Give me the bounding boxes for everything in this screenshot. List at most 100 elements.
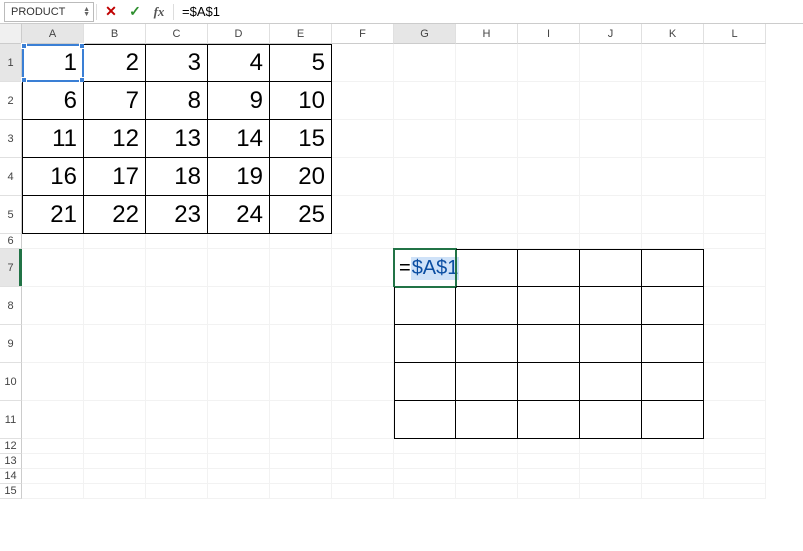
cell-I7[interactable] [518,249,580,287]
cell-B8[interactable] [84,287,146,325]
cell-B5[interactable]: 22 [84,196,146,234]
cell-H4[interactable] [456,158,518,196]
cell-E12[interactable] [270,439,332,454]
cell-F11[interactable] [332,401,394,439]
cell-G14[interactable] [394,469,456,484]
cell-A9[interactable] [22,325,84,363]
cell-D4[interactable]: 19 [208,158,270,196]
column-header-L[interactable]: L [704,24,766,44]
row-header-14[interactable]: 14 [0,469,22,484]
cell-H7[interactable] [456,249,518,287]
cell-C15[interactable] [146,484,208,499]
cell-B1[interactable]: 2 [84,44,146,82]
cell-D14[interactable] [208,469,270,484]
cell-K15[interactable] [642,484,704,499]
cell-E11[interactable] [270,401,332,439]
cell-H9[interactable] [456,325,518,363]
cell-B13[interactable] [84,454,146,469]
cell-J4[interactable] [580,158,642,196]
cell-A13[interactable] [22,454,84,469]
cell-K13[interactable] [642,454,704,469]
cell-J15[interactable] [580,484,642,499]
column-header-H[interactable]: H [456,24,518,44]
cell-D11[interactable] [208,401,270,439]
cell-L7[interactable] [704,249,766,287]
cell-B6[interactable] [84,234,146,249]
cell-B9[interactable] [84,325,146,363]
cell-L9[interactable] [704,325,766,363]
row-header-4[interactable]: 4 [0,158,22,196]
cell-I4[interactable] [518,158,580,196]
cell-F8[interactable] [332,287,394,325]
cell-A12[interactable] [22,439,84,454]
cell-F1[interactable] [332,44,394,82]
cell-C12[interactable] [146,439,208,454]
cell-A6[interactable] [22,234,84,249]
cell-D5[interactable]: 24 [208,196,270,234]
cell-B15[interactable] [84,484,146,499]
cell-C6[interactable] [146,234,208,249]
cell-D1[interactable]: 4 [208,44,270,82]
cell-K2[interactable] [642,82,704,120]
cell-K9[interactable] [642,325,704,363]
cell-A8[interactable] [22,287,84,325]
cell-E8[interactable] [270,287,332,325]
cell-C1[interactable]: 3 [146,44,208,82]
cell-D2[interactable]: 9 [208,82,270,120]
cell-E6[interactable] [270,234,332,249]
cell-L6[interactable] [704,234,766,249]
cell-F4[interactable] [332,158,394,196]
column-header-B[interactable]: B [84,24,146,44]
cell-D7[interactable] [208,249,270,287]
cell-L4[interactable] [704,158,766,196]
cell-J2[interactable] [580,82,642,120]
row-header-12[interactable]: 12 [0,439,22,454]
cell-K12[interactable] [642,439,704,454]
cell-K1[interactable] [642,44,704,82]
cell-F12[interactable] [332,439,394,454]
cell-G11[interactable] [394,401,456,439]
cell-L1[interactable] [704,44,766,82]
cell-L13[interactable] [704,454,766,469]
cell-F15[interactable] [332,484,394,499]
cell-J12[interactable] [580,439,642,454]
cell-A2[interactable]: 6 [22,82,84,120]
cell-G10[interactable] [394,363,456,401]
cell-C10[interactable] [146,363,208,401]
cell-D9[interactable] [208,325,270,363]
cell-C2[interactable]: 8 [146,82,208,120]
cell-C4[interactable]: 18 [146,158,208,196]
cell-K4[interactable] [642,158,704,196]
row-header-10[interactable]: 10 [0,363,22,401]
column-header-A[interactable]: A [22,24,84,44]
cell-J9[interactable] [580,325,642,363]
cell-F3[interactable] [332,120,394,158]
cell-H5[interactable] [456,196,518,234]
cell-E2[interactable]: 10 [270,82,332,120]
cell-C14[interactable] [146,469,208,484]
cell-D6[interactable] [208,234,270,249]
row-header-1[interactable]: 1 [0,44,22,82]
cell-J8[interactable] [580,287,642,325]
cell-E3[interactable]: 15 [270,120,332,158]
cell-H10[interactable] [456,363,518,401]
column-header-C[interactable]: C [146,24,208,44]
cell-I11[interactable] [518,401,580,439]
cell-G1[interactable] [394,44,456,82]
cell-E4[interactable]: 20 [270,158,332,196]
cell-D10[interactable] [208,363,270,401]
cell-G12[interactable] [394,439,456,454]
row-header-11[interactable]: 11 [0,401,22,439]
cell-A1[interactable]: 1 [22,44,84,82]
cell-L12[interactable] [704,439,766,454]
row-header-8[interactable]: 8 [0,287,22,325]
cell-B7[interactable] [84,249,146,287]
cell-F2[interactable] [332,82,394,120]
cell-G6[interactable] [394,234,456,249]
cell-K7[interactable] [642,249,704,287]
cell-D15[interactable] [208,484,270,499]
cell-K10[interactable] [642,363,704,401]
cell-D8[interactable] [208,287,270,325]
cell-C5[interactable]: 23 [146,196,208,234]
insert-function-button[interactable]: fx [147,0,171,23]
